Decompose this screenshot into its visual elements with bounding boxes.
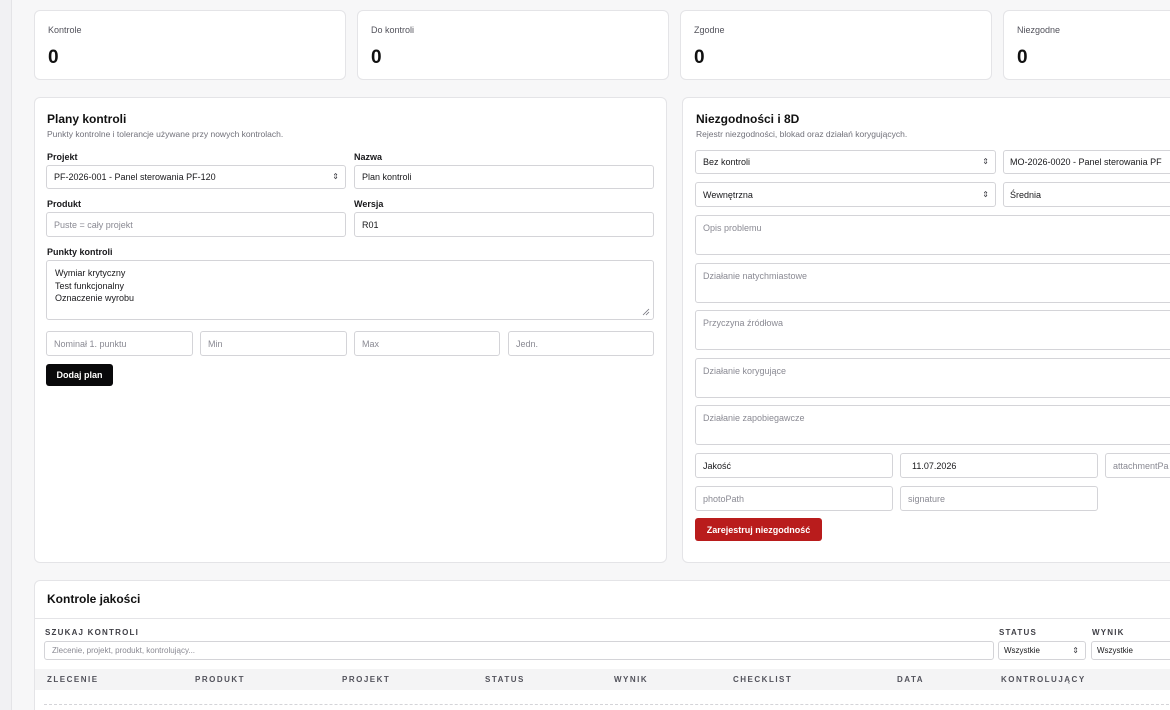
nonconformity-subtitle: Rejestr niezgodności, blokad oraz działa… — [696, 129, 908, 139]
stat-value: 0 — [371, 47, 382, 68]
inspections-divider — [35, 618, 1170, 619]
owner-input[interactable]: Jakość — [695, 453, 893, 478]
name-label: Nazwa — [354, 152, 383, 162]
nominal-input[interactable]: Nominał 1. punktu — [46, 331, 193, 356]
order-select[interactable]: MO-2026-0020 - Panel sterowania PF — [1003, 150, 1170, 174]
corrective-action-textarea[interactable]: Działanie korygujące — [695, 358, 1170, 398]
column-header-zlecenie[interactable]: ZLECENIE — [47, 675, 99, 684]
preventive-action-textarea[interactable]: Działanie zapobiegawcze — [695, 405, 1170, 445]
column-header-projekt[interactable]: PROJEKT — [342, 675, 390, 684]
photo-path-input[interactable]: photoPath — [695, 486, 893, 511]
project-select-value: PF-2026-001 - Panel sterowania PF-120 — [54, 172, 216, 182]
nonconformity-title: Niezgodności i 8D — [696, 112, 800, 126]
stat-label: Zgodne — [694, 25, 725, 35]
severity-select-value: Średnia — [1010, 189, 1042, 200]
search-label: SZUKAJ KONTROLI — [45, 628, 139, 637]
stat-label: Do kontroli — [371, 25, 415, 35]
problem-textarea[interactable]: Opis problemu — [695, 215, 1170, 255]
point-line: Wymiar krytyczny — [55, 268, 126, 278]
select-arrows-icon: ⇕ — [982, 189, 989, 199]
select-arrows-icon: ⇕ — [1072, 645, 1079, 655]
select-arrows-icon: ⇕ — [982, 157, 989, 166]
status-filter-select[interactable]: Wszystkie ⇕ — [998, 641, 1086, 660]
point-line: Oznaczenie wyrobu — [55, 293, 135, 303]
type-select-value: Wewnętrzna — [703, 189, 753, 200]
stat-card-do-kontroli: Do kontroli 0 — [357, 10, 669, 80]
inspection-select-value: Bez kontroli — [703, 157, 751, 167]
column-header-produkt[interactable]: PRODUKT — [195, 675, 245, 684]
date-input[interactable]: 11.07.2026 — [900, 453, 1098, 478]
version-label: Wersja — [354, 199, 384, 209]
name-input[interactable]: Plan kontroli — [354, 165, 654, 189]
column-header-checklist[interactable]: CHECKLIST — [733, 675, 792, 684]
column-header-data[interactable]: DATA — [897, 675, 924, 684]
type-select[interactable]: Wewnętrzna ⇕ — [695, 182, 996, 207]
inspection-search-input[interactable]: Zlecenie, projekt, produkt, kontrolujący… — [44, 641, 994, 660]
status-filter-label: STATUS — [999, 628, 1038, 637]
status-filter-value: Wszystkie — [1004, 646, 1040, 655]
immediate-action-textarea[interactable]: Działanie natychmiastowe — [695, 263, 1170, 303]
order-select-value: MO-2026-0020 - Panel sterowania PF — [1010, 157, 1162, 167]
points-label: Punkty kontroli — [47, 247, 113, 257]
select-arrows-icon: ⇕ — [332, 172, 339, 181]
stat-value: 0 — [694, 47, 705, 68]
stat-label: Niezgodne — [1017, 25, 1061, 35]
project-label: Projekt — [47, 152, 78, 162]
product-label: Produkt — [47, 199, 82, 209]
column-header-status[interactable]: STATUS — [485, 675, 525, 684]
point-line: Test funkcjonalny — [55, 280, 125, 291]
empty-table-area — [44, 704, 1170, 710]
severity-select[interactable]: Średnia — [1003, 182, 1170, 207]
root-cause-textarea[interactable]: Przyczyna źródłowa — [695, 310, 1170, 350]
result-filter-select[interactable]: Wszystkie — [1091, 641, 1170, 660]
result-filter-value: Wszystkie — [1097, 646, 1133, 655]
stat-value: 0 — [48, 47, 59, 68]
stat-card-kontrole: Kontrole 0 — [34, 10, 346, 80]
plans-subtitle: Punkty kontrolne i tolerancje używane pr… — [47, 129, 284, 139]
inspection-select[interactable]: Bez kontroli ⇕ — [695, 150, 996, 174]
inspections-title: Kontrole jakości — [47, 592, 141, 606]
stat-label: Kontrole — [48, 25, 82, 35]
register-nonconformity-button[interactable]: Zarejestruj niezgodność — [695, 518, 822, 541]
add-plan-button[interactable]: Dodaj plan — [46, 364, 113, 386]
sidebar-edge — [0, 0, 12, 710]
max-input[interactable]: Max — [354, 331, 500, 356]
version-input[interactable]: R01 — [354, 212, 654, 237]
plans-title: Plany kontroli — [47, 112, 127, 126]
points-textarea[interactable]: Wymiar krytyczny Test funkcjonalny Oznac… — [46, 260, 654, 320]
column-header-kontrolujacy[interactable]: KONTROLUJĄCY — [1001, 675, 1086, 684]
result-filter-label: WYNIK — [1092, 628, 1125, 637]
min-input[interactable]: Min — [200, 331, 347, 356]
signature-input[interactable]: signature — [900, 486, 1098, 511]
stat-value: 0 — [1017, 47, 1028, 68]
unit-input[interactable]: Jedn. — [508, 331, 654, 356]
column-header-wynik[interactable]: WYNIK — [614, 675, 648, 684]
stat-card-zgodne: Zgodne 0 — [680, 10, 992, 80]
attachment-input[interactable]: attachmentPa — [1105, 453, 1170, 478]
stat-card-niezgodne: Niezgodne 0 — [1003, 10, 1170, 80]
project-select[interactable]: PF-2026-001 - Panel sterowania PF-120 ⇕ — [46, 165, 346, 189]
resize-handle-icon[interactable] — [642, 308, 650, 316]
product-input[interactable]: Puste = cały projekt — [46, 212, 346, 237]
